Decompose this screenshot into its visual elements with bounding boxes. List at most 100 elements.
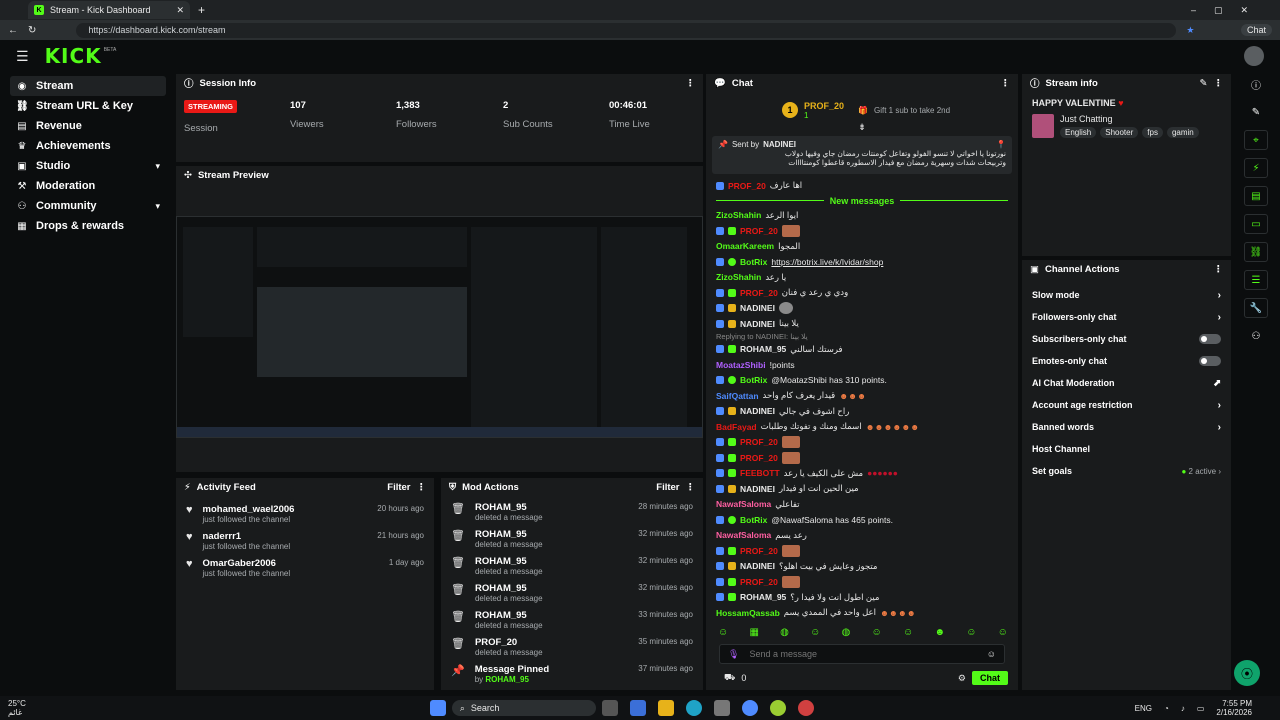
sidebar-item-stream[interactable]: ◉ Stream (10, 76, 166, 96)
ai-moderation-action[interactable]: AI Chat Moderation ⬈ (1022, 372, 1231, 394)
link-icon[interactable]: ⛓ (1244, 242, 1268, 262)
category-thumbnail[interactable] (1032, 114, 1054, 138)
activity-user[interactable]: mohamed_wael2006 (203, 504, 295, 515)
app-icon[interactable] (769, 700, 786, 716)
filter-button[interactable]: Filter (656, 482, 679, 493)
more-icon[interactable]: ⋮ (1214, 78, 1224, 89)
lightning-icon[interactable]: ⚡ (1244, 158, 1268, 178)
chat-username[interactable]: ZizoShahin (716, 272, 761, 282)
sidebar-item-stream-url[interactable]: ⛓ Stream URL & Key (10, 96, 166, 116)
set-goals-action[interactable]: Set goals ● 2 active › (1022, 460, 1231, 482)
chat-username[interactable]: PROF_20 (740, 453, 778, 463)
emoji-icon[interactable]: ☺ (987, 649, 996, 659)
chat-username[interactable]: NADINEI (740, 406, 775, 416)
slow-mode-action[interactable]: Slow mode › (1022, 284, 1231, 306)
chat-username[interactable]: NADINEI (740, 561, 775, 571)
top-gifter[interactable]: PROF_20 (804, 101, 844, 111)
sidebar-item-drops[interactable]: ▦ Drops & rewards (10, 216, 166, 236)
clock-date[interactable]: 2/16/2026 (1216, 708, 1252, 717)
chat-username[interactable]: BotRix (740, 515, 767, 525)
kick-logo[interactable]: KICK (45, 44, 102, 68)
emotes-only-toggle[interactable] (1199, 356, 1221, 366)
tag-chip[interactable]: English (1060, 127, 1097, 138)
url-field[interactable]: https://dashboard.kick.com/stream (76, 22, 1177, 38)
chevron-down-icon[interactable]: ▾ (155, 201, 160, 212)
close-tab-icon[interactable]: ✕ (176, 5, 184, 16)
sidebar-item-moderation[interactable]: ⚒ Moderation (10, 176, 166, 196)
chat-username[interactable]: PROF_20 (728, 181, 766, 191)
volume-icon[interactable]: ♪ (1181, 704, 1185, 713)
wifi-icon[interactable]: ◔ (1164, 704, 1169, 713)
chat-username[interactable]: PROF_20 (740, 226, 778, 236)
chat-username[interactable]: OmaarKareem (716, 241, 774, 251)
tag-chip[interactable]: Shooter (1100, 127, 1139, 138)
users-icon[interactable]: ⚇ (1244, 326, 1268, 346)
info-icon[interactable]: ⓘ (1244, 74, 1268, 94)
browser-tab[interactable]: K Stream - Kick Dashboard ✕ (28, 1, 190, 19)
language-indicator[interactable]: ENG (1135, 704, 1152, 713)
mod-user[interactable]: ROHAM_95 (485, 675, 529, 684)
mic-icon[interactable]: 🎙 (728, 649, 739, 660)
hamburger-menu-icon[interactable]: ☰ (16, 48, 29, 65)
mod-user[interactable]: ROHAM_95 (475, 529, 543, 540)
more-icon[interactable]: ⋮ (417, 482, 427, 493)
chat-username[interactable]: SaifQattan (716, 391, 759, 401)
obs-icon[interactable] (797, 700, 814, 716)
chat-username[interactable]: NADINEI (740, 319, 775, 329)
tag-chip[interactable]: fps (1142, 127, 1163, 138)
chat-username[interactable]: MoatazShibi (716, 360, 766, 370)
chat-username[interactable]: PROF_20 (740, 437, 778, 447)
chat-username[interactable]: NawafSaloma (716, 530, 771, 540)
chat-username[interactable]: ROHAM_95 (740, 344, 786, 354)
activity-user[interactable]: naderrr1 (203, 531, 291, 542)
chat-username[interactable]: NADINEI (740, 303, 775, 313)
chat-fab-icon[interactable]: ⦿ (1234, 660, 1260, 686)
user-avatar[interactable] (1244, 46, 1264, 66)
chat-username[interactable]: BotRix (740, 257, 767, 267)
mod-user[interactable]: ROHAM_95 (475, 556, 543, 567)
chevron-down-icon[interactable]: ▾ (155, 161, 160, 172)
chat-username[interactable]: PROF_20 (740, 546, 778, 556)
activity-user[interactable]: OmarGaber2006 (203, 558, 291, 569)
filter-button[interactable]: Filter (387, 482, 410, 493)
weather-widget[interactable]: 25°C غائم (8, 699, 26, 717)
send-chat-button[interactable]: Chat (972, 671, 1008, 685)
edge-icon[interactable] (685, 700, 702, 716)
collapse-icon[interactable]: ⇟ (706, 122, 1018, 136)
sidebar-item-community[interactable]: ⚇ Community ▾ (10, 196, 166, 216)
category-name[interactable]: Just Chatting (1060, 114, 1199, 124)
task-view-icon[interactable] (601, 700, 618, 716)
edit-pencil-icon[interactable]: ✎ (1244, 102, 1268, 122)
taskbar-search[interactable]: ⌕ Search (451, 700, 596, 716)
pinned-user[interactable]: NADINEI (763, 140, 796, 149)
chat-input[interactable] (749, 649, 977, 659)
clock-time[interactable]: 7:55 PM (1216, 699, 1252, 708)
camera-icon[interactable]: ⌖ (1244, 130, 1268, 150)
chat-username[interactable]: ZizoShahin (716, 210, 761, 220)
unpin-icon[interactable]: 📍 (996, 140, 1006, 149)
sidebar-item-revenue[interactable]: ▤ Revenue (10, 116, 166, 136)
wrench-icon[interactable]: 🔧 (1244, 298, 1268, 318)
new-tab-icon[interactable]: + (198, 3, 205, 17)
gift-icon[interactable]: ⛟ (724, 672, 735, 684)
more-icon[interactable]: ⋮ (1214, 264, 1224, 275)
refresh-icon[interactable]: ↻ (28, 25, 36, 36)
followers-only-action[interactable]: Followers-only chat › (1022, 306, 1231, 328)
mod-user[interactable]: ROHAM_95 (475, 502, 543, 513)
windows-start-icon[interactable] (429, 700, 446, 716)
chat-username[interactable]: PROF_20 (740, 288, 778, 298)
chat-username[interactable]: HossamQassab (716, 608, 780, 618)
app-icon[interactable] (629, 700, 646, 716)
account-age-action[interactable]: Account age restriction › (1022, 394, 1231, 416)
chat-username[interactable]: BadFayad (716, 422, 757, 432)
browser-chat-button[interactable]: Chat (1240, 24, 1272, 36)
back-icon[interactable]: ← (8, 25, 18, 36)
mod-user[interactable]: PROF_20 (475, 637, 543, 648)
star-icon[interactable]: ★ (1186, 25, 1194, 36)
more-icon[interactable]: ⋮ (686, 78, 696, 89)
sidebar-item-achievements[interactable]: ♛ Achievements (10, 136, 166, 156)
file-explorer-icon[interactable] (657, 700, 674, 716)
sidebar-item-studio[interactable]: ▣ Studio ▾ (10, 156, 166, 176)
browser-icon[interactable] (741, 700, 758, 716)
notes-icon[interactable]: ▤ (1244, 186, 1268, 206)
